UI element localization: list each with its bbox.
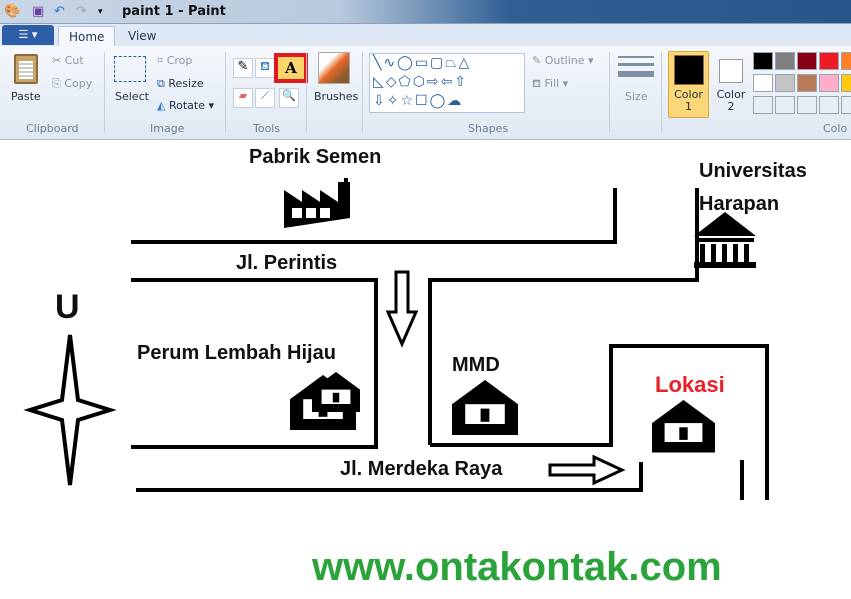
outline-label: Outline (544, 54, 585, 67)
label-street-merdeka: Jl. Merdeka Raya (340, 458, 503, 480)
custom-color-slot[interactable] (841, 96, 851, 114)
cut-button[interactable]: ✂ Cut (52, 54, 84, 67)
rotate-label: Rotate (168, 99, 205, 112)
label-north: U (55, 288, 80, 326)
label-factory: Pabrik Semen (249, 146, 382, 168)
select-button[interactable]: Select (114, 56, 149, 116)
tools-group-label: Tools (253, 122, 281, 135)
quick-access-dropdown-icon[interactable]: ▾ (98, 7, 103, 17)
fill-button[interactable]: ⛾ Fill ▾ (532, 77, 568, 92)
right-arrow-icon (548, 454, 626, 486)
paint-app-icon: 🎨 (4, 4, 21, 19)
label-street-perintis: Jl. Perintis (236, 252, 338, 274)
label-housing: Perum Lembah Hijau (137, 342, 336, 364)
brush-icon (318, 52, 350, 84)
down-arrow-icon (385, 270, 419, 348)
select-label: Select (115, 90, 149, 103)
image-group-label: Image (150, 122, 185, 135)
divider (306, 52, 307, 132)
divider (104, 52, 105, 132)
text-tool[interactable]: A (274, 53, 308, 83)
custom-color-slot[interactable] (819, 96, 839, 114)
palette-swatch[interactable] (775, 74, 795, 92)
copy-button[interactable]: ⎘ Copy (52, 77, 92, 91)
divider (661, 52, 662, 132)
shapes-gallery[interactable]: ╲∿◯▭▢⏢△ ◺◇⬠⬡⇨⇦⇧ ⇩✧☆☐◯☁ (369, 53, 525, 113)
label-mmd: MMD (452, 354, 500, 376)
palette-swatch[interactable] (753, 52, 773, 70)
color2-swatch (719, 59, 743, 83)
university-icon (694, 212, 756, 268)
label-location: Lokasi (655, 372, 725, 397)
save-icon[interactable]: ▣ (32, 4, 44, 19)
label-university-2: Harapan (699, 193, 780, 215)
palette-swatch[interactable] (775, 52, 795, 70)
drawing-canvas[interactable]: Pabrik Semen Universitas Harapan Jl. Per… (0, 141, 851, 599)
palette-swatch[interactable] (753, 74, 773, 92)
file-menu-button[interactable]: ☰ ▾ (2, 25, 54, 45)
paste-button[interactable]: Paste (8, 52, 44, 112)
clipboard-icon (14, 54, 38, 84)
fill-tool[interactable]: ⛾ (255, 58, 275, 78)
compass-star-icon (23, 334, 117, 486)
color1-num: 1 (685, 100, 692, 113)
tab-view[interactable]: View (118, 26, 166, 46)
clipboard-group-label: Clipboard (26, 122, 79, 135)
color2-button[interactable]: Color 2 (712, 51, 750, 118)
title-bar: 🎨 ▣ ↶ ↷ ▾ paint 1 - Paint (0, 0, 851, 24)
palette-swatch[interactable] (819, 74, 839, 92)
custom-color-slot[interactable] (775, 96, 795, 114)
divider (225, 52, 226, 132)
outline-button[interactable]: ✎ Outline ▾ (532, 54, 594, 67)
resize-label: Resize (168, 77, 204, 90)
tab-home[interactable]: Home (58, 26, 116, 46)
rotate-button[interactable]: ◭ Rotate ▾ (157, 99, 214, 112)
undo-icon[interactable]: ↶ (54, 4, 65, 19)
brushes-label: Brushes (314, 90, 359, 103)
divider (362, 52, 363, 132)
cut-label: Cut (64, 54, 84, 67)
color1-swatch (673, 55, 704, 85)
shapes-group-label: Shapes (468, 122, 509, 135)
window-title: paint 1 - Paint (122, 4, 226, 19)
custom-color-slot[interactable] (753, 96, 773, 114)
label-university-1: Universitas (699, 160, 807, 182)
resize-button[interactable]: ⧉ Resize (157, 77, 204, 91)
select-rect-icon (114, 56, 146, 82)
palette-swatch[interactable] (819, 52, 839, 70)
copy-label: Copy (64, 77, 93, 90)
palette-swatch[interactable] (797, 52, 817, 70)
ribbon: Paste ✂ Cut ⎘ Copy Clipboard Select ⌗ Cr… (0, 46, 851, 140)
eraser-tool[interactable]: ▰ (233, 88, 253, 108)
divider (609, 52, 610, 132)
size-button[interactable]: Size (618, 54, 654, 114)
ribbon-tabs: ☰ ▾ Home View (0, 24, 851, 46)
brushes-button[interactable]: Brushes (314, 52, 359, 112)
factory-icon (284, 178, 350, 228)
crop-label: Crop (166, 54, 193, 67)
website-watermark: www.ontakontak.com (312, 545, 722, 589)
size-label: Size (625, 90, 648, 103)
palette-swatch[interactable] (841, 74, 851, 92)
color-picker-tool[interactable]: ⟋ (255, 88, 275, 108)
palette-swatch[interactable] (797, 74, 817, 92)
color2-num: 2 (727, 100, 735, 113)
crop-button[interactable]: ⌗ Crop (157, 54, 192, 68)
colors-group-label: Colo (823, 122, 848, 135)
custom-color-slot[interactable] (797, 96, 817, 114)
pencil-tool[interactable]: ✎ (233, 58, 253, 78)
paste-label: Paste (11, 90, 41, 103)
color1-button[interactable]: Color 1 (668, 51, 709, 118)
magnifier-tool[interactable]: 🔍 (279, 88, 299, 108)
house-icon (290, 372, 715, 453)
palette-swatch[interactable] (841, 52, 851, 70)
redo-icon[interactable]: ↷ (76, 4, 87, 19)
fill-label: Fill (544, 77, 560, 90)
